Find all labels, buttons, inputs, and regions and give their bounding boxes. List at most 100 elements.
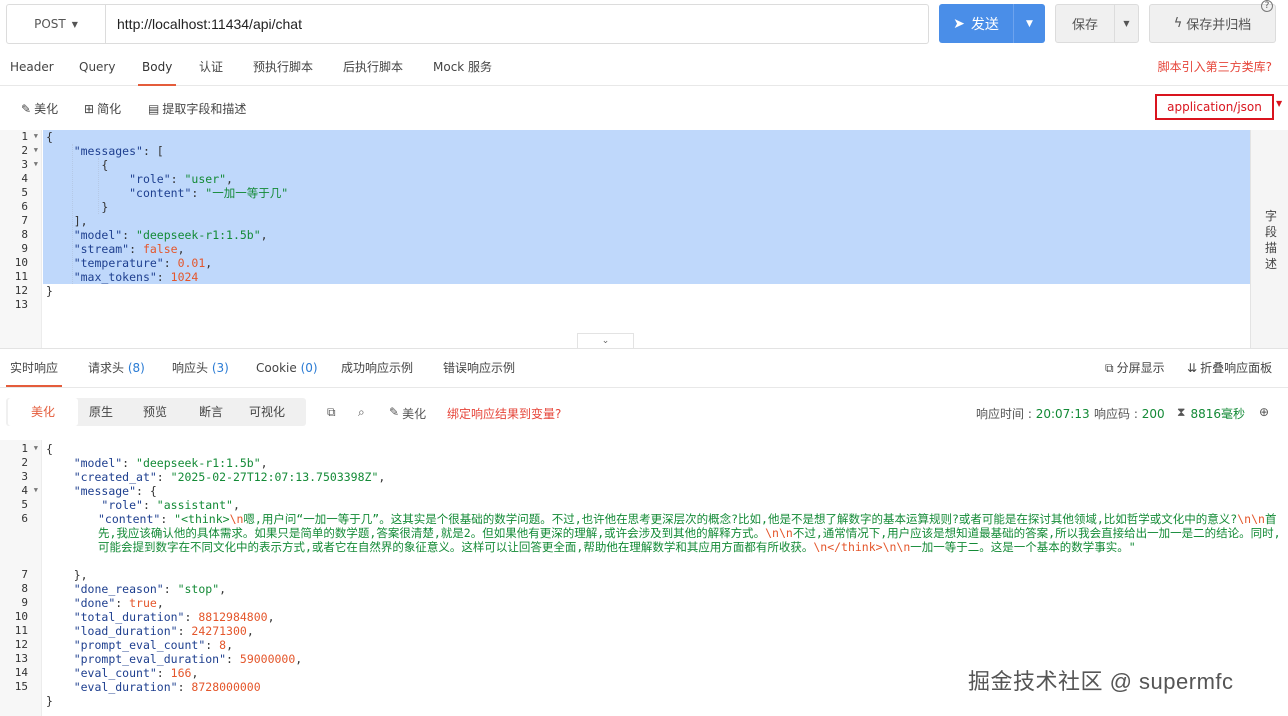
line-number: 15 [14,680,28,693]
fold-icon[interactable]: ▼ [34,146,38,154]
segment-visualize[interactable]: 可视化 [240,398,294,426]
request-bar: POST ▼ http://localhost:11434/api/chat ➤… [0,0,1288,48]
brush-icon: ✎ [21,101,32,116]
tab-pre-script[interactable]: 预执行脚本 [253,48,313,86]
segment-raw[interactable]: 原生 [74,398,128,426]
chevron-down-icon: ▼ [71,19,78,29]
sitemap-icon: ⊞ [84,101,95,116]
tab-auth[interactable]: 认证 [199,48,223,86]
split-view-button[interactable]: ⧉ 分屏显示 [1105,349,1165,387]
line-number: 6 [21,512,28,525]
split-icon: ⧉ [1105,361,1114,375]
fold-icon[interactable]: ▼ [34,444,38,452]
tab-request-headers[interactable]: 请求头 (8) [88,349,145,387]
segment-assert[interactable]: 断言 [184,398,238,426]
json-key: "eval_duration" [73,680,178,694]
line-gutter: 1 ▼ 2 3 4 ▼ 5 6 7 8 9 10 11 12 13 14 15 [0,440,42,716]
line-number: 7 [21,214,28,227]
line-number: 8 [21,228,28,241]
code-line: } [46,200,109,214]
line-number: 10 [14,256,28,269]
line-number: 5 [21,186,28,199]
send-dropdown-icon[interactable]: ▼ [1014,19,1045,29]
json-key: "temperature" [73,256,164,270]
json-key: "model" [73,228,123,242]
send-button[interactable]: ➤ 发送 ▼ [939,4,1045,43]
fold-icon[interactable]: ▼ [34,486,38,494]
beautify-button[interactable]: ✎ 美化 [21,100,58,117]
brush-icon: ✎ [389,405,400,419]
third-party-library-link[interactable]: 脚本引入第三方类库? [1158,48,1272,86]
code-line: "prompt_eval_count": 8, [73,638,233,652]
fold-icon[interactable]: ▼ [34,132,38,140]
content-type-select[interactable]: application/json [1155,94,1274,120]
beautify-label: 美化 [34,102,59,116]
tab-realtime-response[interactable]: 实时响应 [5,349,63,387]
fold-panel-button[interactable]: ⇊ 折叠响应面板 [1187,349,1272,387]
send-main[interactable]: ➤ 发送 [939,4,1013,43]
json-number: 1024 [170,270,199,284]
json-key: "content" [129,186,192,200]
code-line: "role": "user", [129,172,233,186]
tab-response-headers[interactable]: 响应头 (3) [172,349,229,387]
json-string: "deepseek-r1:1.5b" [136,456,261,470]
count-badge: (8) [127,361,145,375]
response-toolbar: 美化 原生 预览 断言 可视化 ⧉ ⌕ ✎ 美化 绑定响应结果到变量? 响应时间… [0,394,1288,430]
json-number: 0.01 [177,256,206,270]
save-archive-button[interactable]: ϟ 保存并归档 [1149,4,1276,43]
extract-fields-button[interactable]: ▤ 提取字段和描述 [148,100,246,117]
json-key: "max_tokens" [73,270,157,284]
tab-body[interactable]: Body [137,48,177,86]
beautify-response-button[interactable]: ✎ 美化 [389,405,426,422]
tab-label: 响应头 [172,361,209,375]
segment-beautify[interactable]: 美化 [8,398,78,426]
line-number: 1 [21,130,28,143]
code-line: "stream": false, [73,242,185,256]
request-body-editor[interactable]: 1 ▼ 2 ▼ 3 ▼ 4 5 6 7 8 9 10 11 12 13 { "m… [0,130,1250,348]
json-key: "messages" [73,144,143,158]
json-key: "role" [101,498,143,512]
tab-error-example[interactable]: 错误响应示例 [443,349,515,387]
search-icon[interactable]: ⌕ [358,405,365,420]
tab-header[interactable]: Header [10,48,54,86]
tab-mock[interactable]: Mock 服务 [433,48,492,86]
tab-success-example[interactable]: 成功响应示例 [341,349,413,387]
save-dropdown-icon[interactable]: ▼ [1115,19,1138,28]
fold-panel-label: 折叠响应面板 [1200,361,1273,375]
tab-query[interactable]: Query [79,48,115,86]
split-view-label: 分屏显示 [1116,361,1165,375]
hourglass-icon: ⧗ [1177,405,1186,419]
field-description-panel[interactable]: 字段描述 [1250,130,1288,348]
url-input[interactable]: http://localhost:11434/api/chat [105,4,929,44]
line-number: 6 [21,200,28,213]
code-line: { [46,130,53,144]
line-number: 2 [21,144,28,157]
fold-icon[interactable]: ▼ [34,160,38,168]
double-chevron-icon: ⇊ [1187,361,1198,375]
json-key: "total_duration" [73,610,185,624]
download-icon[interactable]: ⊕ [1259,405,1269,419]
simplify-button[interactable]: ⊞ 简化 [84,100,121,117]
segment-preview[interactable]: 预览 [128,398,182,426]
code-line: "done_reason": "stop", [73,582,227,596]
response-time: 响应时间 : 20:07:13 [976,405,1090,422]
content-type-dropdown-icon[interactable]: ▼ [1276,99,1282,108]
text-selection [43,130,1250,284]
bind-variable-link[interactable]: 绑定响应结果到变量? [447,405,561,422]
tab-cookie[interactable]: Cookie (0) [256,349,318,387]
save-label: 保存 [1071,18,1098,33]
collapse-editor-chevron-icon[interactable]: ⌄ [577,333,634,349]
json-string: "user" [184,172,227,186]
line-number: 12 [14,284,28,297]
json-string: "assistant" [156,498,233,512]
copy-icon[interactable]: ⧉ [327,405,336,420]
tab-post-script[interactable]: 后执行脚本 [343,48,403,86]
help-icon[interactable]: ? [1261,0,1273,12]
line-gutter: 1 ▼ 2 ▼ 3 ▼ 4 5 6 7 8 9 10 11 12 13 [0,130,42,348]
method-select[interactable]: POST ▼ [6,4,106,44]
method-label: POST [34,17,66,31]
code-line: "role": "assistant", [101,498,240,512]
save-button[interactable]: 保存 ▼ [1055,4,1139,43]
response-code-value: 200 [1141,407,1165,421]
line-number: 1 [21,442,28,455]
